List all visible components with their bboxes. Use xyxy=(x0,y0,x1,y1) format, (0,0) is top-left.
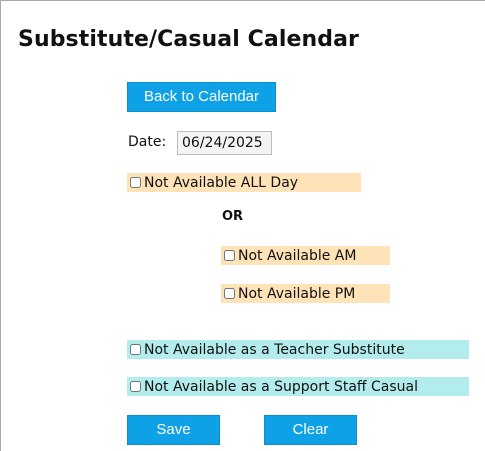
date-label: Date: xyxy=(128,134,167,150)
am-checkbox[interactable] xyxy=(224,250,235,261)
pm-label: Not Available PM xyxy=(238,285,356,302)
pm-checkbox[interactable] xyxy=(224,288,235,299)
option-not-available-all-day[interactable]: Not Available ALL Day xyxy=(127,173,361,192)
option-not-available-am[interactable]: Not Available AM xyxy=(221,246,390,265)
option-not-available-support-staff-casual[interactable]: Not Available as a Support Staff Casual xyxy=(127,377,469,396)
support-staff-casual-checkbox[interactable] xyxy=(130,381,141,392)
save-button[interactable]: Save xyxy=(127,415,220,445)
all-day-checkbox[interactable] xyxy=(130,177,141,188)
page-title: Substitute/Casual Calendar xyxy=(18,27,360,52)
clear-button[interactable]: Clear xyxy=(264,415,357,445)
support-staff-casual-label: Not Available as a Support Staff Casual xyxy=(144,378,418,395)
page-frame: Substitute/Casual Calendar Back to Calen… xyxy=(0,0,485,451)
option-not-available-pm[interactable]: Not Available PM xyxy=(221,284,390,303)
back-to-calendar-button[interactable]: Back to Calendar xyxy=(127,82,276,112)
or-separator: OR xyxy=(222,209,244,224)
all-day-label: Not Available ALL Day xyxy=(144,174,299,191)
am-label: Not Available AM xyxy=(238,247,357,264)
teacher-substitute-checkbox[interactable] xyxy=(130,344,141,355)
option-not-available-teacher-substitute[interactable]: Not Available as a Teacher Substitute xyxy=(127,340,469,359)
teacher-substitute-label: Not Available as a Teacher Substitute xyxy=(144,341,405,358)
date-field[interactable] xyxy=(177,131,272,155)
